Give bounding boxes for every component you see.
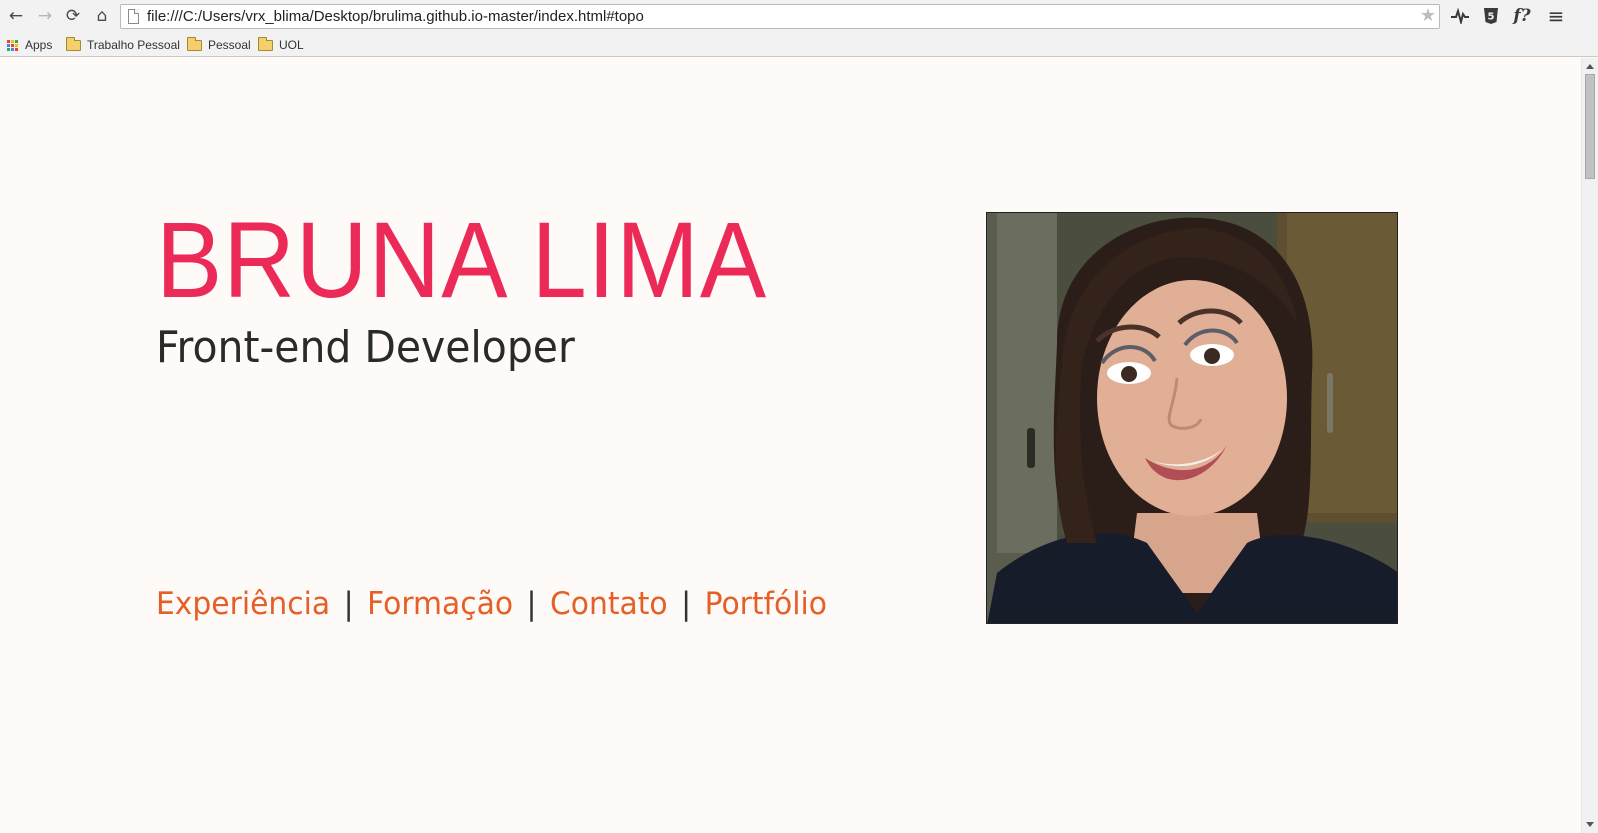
scroll-down-arrow-icon[interactable] <box>1586 822 1594 827</box>
back-button[interactable]: ← <box>5 5 27 27</box>
page-icon <box>128 9 139 24</box>
nav-link-portfolio[interactable]: Portfólio <box>705 586 827 622</box>
folder-icon <box>66 36 81 51</box>
nav-separator: | <box>681 586 692 622</box>
svg-text:5: 5 <box>1488 12 1495 23</box>
nav-link-formacao[interactable]: Formação <box>367 586 513 622</box>
bookmark-star-icon[interactable]: ★ <box>1420 6 1436 26</box>
bookmark-label: UOL <box>279 38 304 52</box>
bookmark-uol[interactable]: UOL <box>258 36 304 54</box>
folder-icon <box>187 36 202 51</box>
address-bar[interactable]: file:///C:/Users/vrx_blima/Desktop/bruli… <box>120 4 1440 29</box>
scroll-thumb[interactable] <box>1585 74 1595 179</box>
reload-icon: ⟳ <box>65 6 81 26</box>
site-name: BRUNA LIMA <box>156 199 768 320</box>
home-button[interactable]: ⌂ <box>91 5 113 27</box>
forward-button[interactable]: → <box>34 5 56 27</box>
html5-extension-icon[interactable]: 5 <box>1480 5 1502 27</box>
url-text[interactable]: file:///C:/Users/vrx_blima/Desktop/bruli… <box>147 8 644 25</box>
chrome-menu-icon[interactable]: ≡ <box>1545 4 1567 28</box>
profile-photo-illustration <box>987 213 1397 623</box>
pulse-extension-icon[interactable] <box>1449 5 1471 27</box>
font-extension-icon[interactable]: f? <box>1511 5 1533 27</box>
bookmark-apps[interactable]: Apps <box>7 36 52 54</box>
nav-separator: | <box>526 586 537 622</box>
nav-link-contato[interactable]: Contato <box>550 586 668 622</box>
bookmark-trabalho-pessoal[interactable]: Trabalho Pessoal <box>66 36 180 54</box>
bookmarks-bar: Apps Trabalho Pessoal Pessoal UOL <box>0 33 1598 57</box>
profile-photo <box>986 212 1398 624</box>
nav-separator: | <box>343 586 354 622</box>
forward-arrow-icon: → <box>37 6 53 26</box>
page-viewport: BRUNA LIMA Front-end Developer Experiênc… <box>0 58 1581 833</box>
site-nav: Experiência | Formação | Contato | Portfólio <box>156 582 827 626</box>
apps-grid-icon <box>7 39 19 51</box>
pulse-icon <box>1451 8 1469 24</box>
home-icon: ⌂ <box>96 6 108 26</box>
page-scrollbar[interactable] <box>1581 58 1598 833</box>
html5-shield-icon: 5 <box>1484 8 1498 24</box>
folder-icon <box>258 36 273 51</box>
site-role: Front-end Developer <box>156 322 575 373</box>
bookmark-pessoal[interactable]: Pessoal <box>187 36 251 54</box>
browser-toolbar: ← → ⟳ ⌂ file:///C:/Users/vrx_blima/Deskt… <box>0 0 1598 33</box>
back-arrow-icon: ← <box>8 6 24 26</box>
scroll-up-arrow-icon[interactable] <box>1586 64 1594 69</box>
bookmark-label: Apps <box>25 38 53 52</box>
bookmark-label: Pessoal <box>208 38 251 52</box>
reload-button[interactable]: ⟳ <box>62 5 84 27</box>
nav-link-experiencia[interactable]: Experiência <box>156 586 330 622</box>
bookmark-label: Trabalho Pessoal <box>87 38 180 52</box>
